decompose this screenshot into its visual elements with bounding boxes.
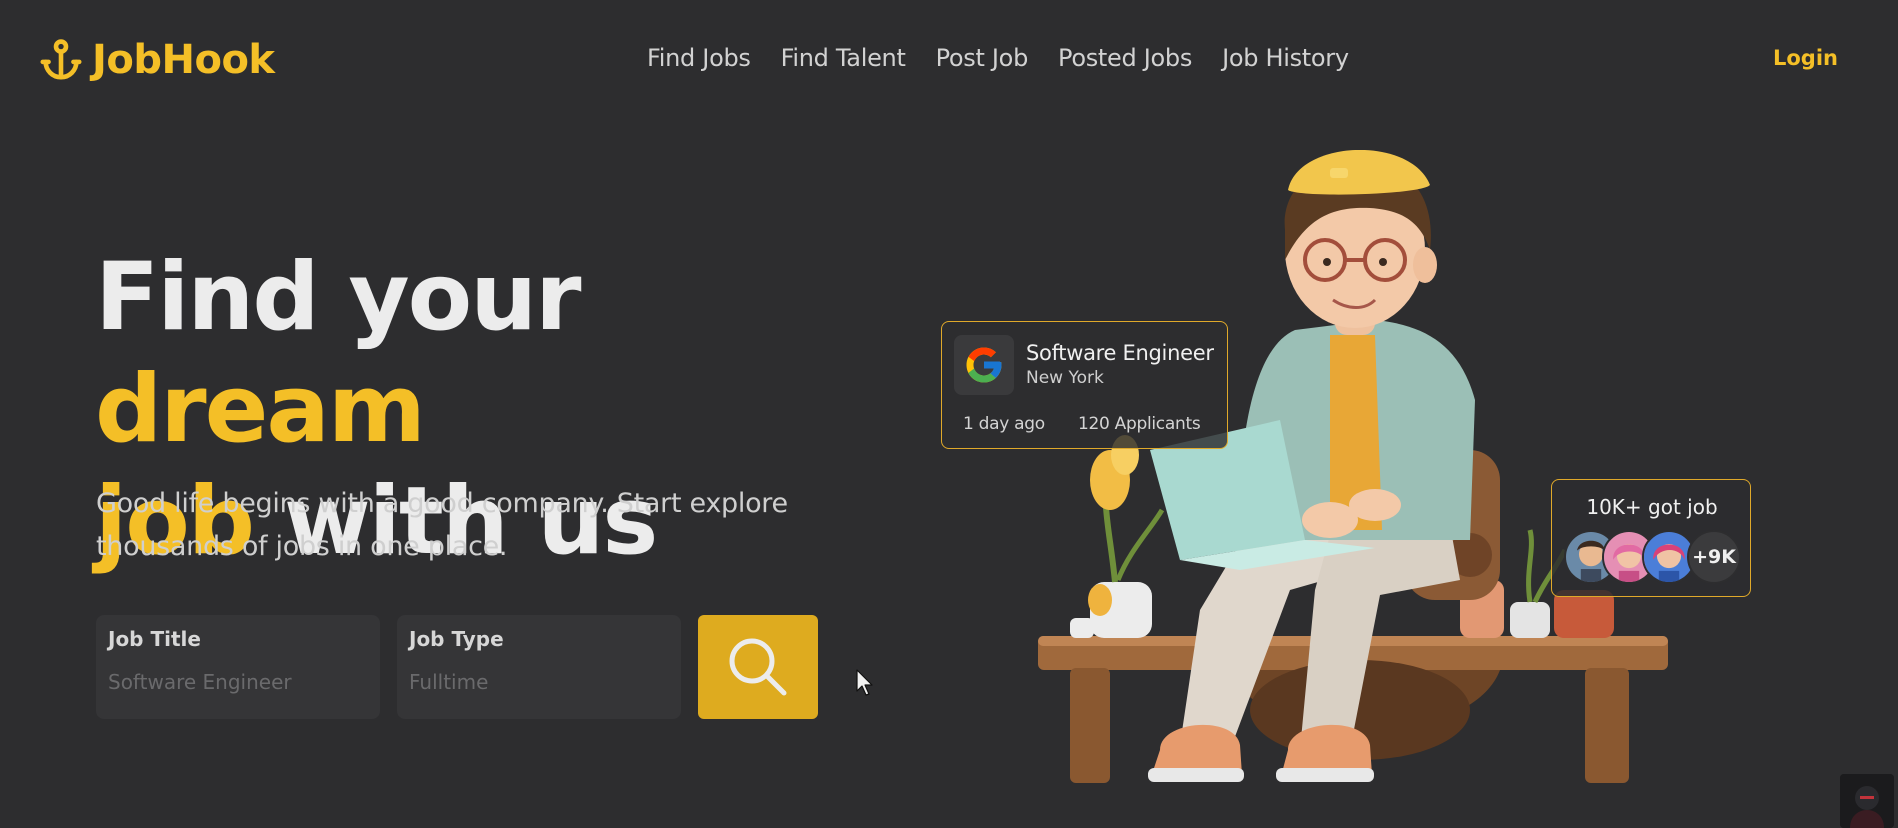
featured-job-card[interactable]: Software Engineer New York 1 day ago 120…	[941, 321, 1228, 449]
user-avatar-thumbnail	[1840, 774, 1894, 828]
hero-title-accent1: dream	[95, 355, 426, 464]
job-title-input[interactable]	[108, 667, 366, 697]
job-title-field[interactable]: Job Title	[96, 615, 380, 719]
login-button[interactable]: Login	[1773, 46, 1838, 70]
brand-name: JobHook	[92, 37, 275, 83]
search-button[interactable]	[698, 615, 818, 719]
job-title-label: Job Title	[108, 627, 201, 651]
nav-find-talent[interactable]: Find Talent	[781, 44, 906, 72]
google-logo-icon	[966, 347, 1002, 383]
got-job-text: 10K+ got job	[1586, 495, 1718, 519]
nav-post-job[interactable]: Post Job	[936, 44, 1029, 72]
job-type-label: Job Type	[409, 627, 504, 651]
search-icon	[729, 638, 787, 696]
nav-find-jobs[interactable]: Find Jobs	[647, 44, 751, 72]
mouse-cursor-icon	[856, 669, 873, 696]
company-logo-box	[954, 335, 1014, 395]
hero-subtitle: Good life begins with a good company. St…	[96, 488, 788, 562]
job-card-posted: 1 day ago	[963, 414, 1045, 434]
nav-posted-jobs[interactable]: Posted Jobs	[1058, 44, 1192, 72]
header: JobHook Find Jobs Find Talent Post Job P…	[0, 0, 1898, 120]
hero-illustration	[1038, 150, 1668, 783]
job-type-field[interactable]: Job Type	[397, 615, 681, 719]
job-card-applicants: 120 Applicants	[1078, 414, 1201, 434]
job-type-input[interactable]	[409, 667, 667, 697]
avatar-extra-count: +9K	[1687, 530, 1741, 584]
brand-logo[interactable]: JobHook	[38, 34, 275, 86]
nav-job-history[interactable]: Job History	[1222, 44, 1349, 72]
main-nav: Find Jobs Find Talent Post Job Posted Jo…	[647, 44, 1349, 72]
got-job-card: 10K+ got job +9K	[1551, 479, 1751, 597]
anchor-icon	[40, 39, 82, 80]
job-card-title: Software Engineer	[1026, 341, 1214, 365]
job-card-location: New York	[1026, 368, 1104, 388]
hero-title-part1: Find your	[95, 243, 581, 352]
